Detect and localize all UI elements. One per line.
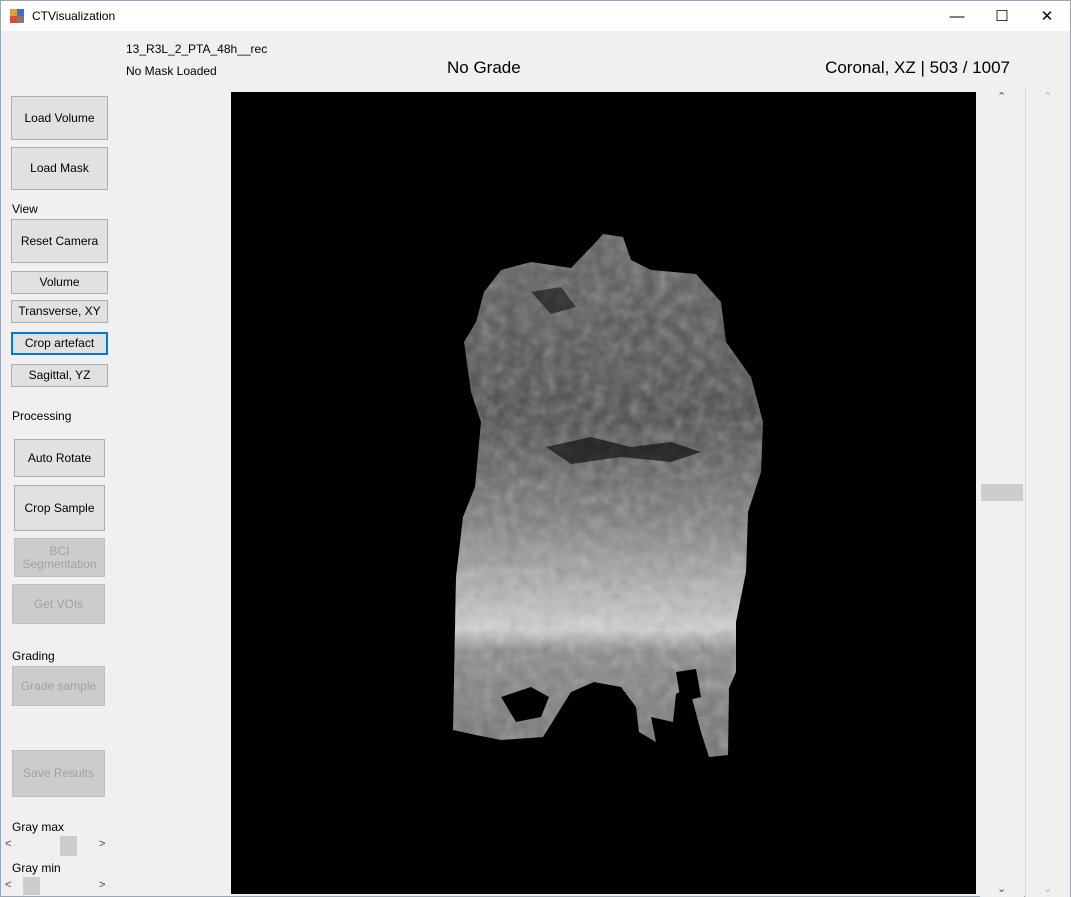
scroll-up-icon[interactable]: ⌃	[997, 90, 1006, 103]
scroll-down-icon[interactable]: ⌄	[1043, 882, 1052, 895]
gray-min-thumb[interactable]	[22, 877, 40, 895]
close-button[interactable]: ✕	[1024, 1, 1070, 31]
processing-section-label: Processing	[12, 409, 72, 423]
scroll-left-icon[interactable]: <	[5, 838, 11, 850]
auto-rotate-button[interactable]: Auto Rotate	[14, 439, 105, 477]
close-icon: ✕	[1040, 8, 1054, 25]
gray-max-slider[interactable]: < >	[0, 836, 113, 856]
scroll-left-icon[interactable]: <	[5, 879, 11, 891]
page-scrollbar[interactable]: ⌃ ⌄	[1026, 87, 1070, 897]
save-results-button[interactable]: Save Results	[12, 750, 105, 797]
maximize-icon: ☐	[995, 8, 1009, 25]
gray-max-thumb[interactable]	[59, 836, 77, 856]
load-mask-button[interactable]: Load Mask	[11, 147, 108, 190]
mask-status: No Mask Loaded	[126, 64, 217, 78]
crop-sample-button[interactable]: Crop Sample	[14, 485, 105, 531]
slice-info: Coronal, XZ | 503 / 1007	[825, 58, 1010, 77]
bci-segmentation-button[interactable]: BCI Segmentation	[14, 538, 105, 577]
scroll-right-icon[interactable]: >	[99, 838, 105, 850]
scroll-up-icon[interactable]: ⌃	[1043, 90, 1052, 103]
slice-scrollbar[interactable]: ⌃ ⌄	[980, 87, 1024, 897]
reset-camera-button[interactable]: Reset Camera	[11, 219, 108, 263]
sample-name: 13_R3L_2_PTA_48h__rec	[126, 42, 268, 56]
gray-min-label: Gray min	[12, 861, 61, 875]
app-icon	[10, 9, 24, 23]
title-bar[interactable]: CTVisualization — ☐ ✕	[1, 1, 1070, 31]
crop-artefact-button[interactable]: Crop artefact	[11, 332, 108, 355]
transverse-view-button[interactable]: Transverse, XY	[11, 300, 108, 323]
scroll-down-icon[interactable]: ⌄	[997, 882, 1006, 895]
grade-sample-button[interactable]: Grade sample	[12, 666, 105, 706]
slice-scroll-thumb[interactable]	[981, 483, 1023, 501]
grading-section-label: Grading	[12, 649, 55, 663]
gray-min-slider[interactable]: < >	[0, 877, 113, 895]
minimize-button[interactable]: —	[934, 1, 980, 31]
get-vois-button[interactable]: Get VOIs	[12, 584, 105, 624]
ct-slice-image	[453, 234, 763, 757]
minimize-icon: —	[949, 7, 965, 25]
window-title: CTVisualization	[32, 9, 116, 23]
maximize-button[interactable]: ☐	[979, 1, 1025, 31]
volume-view-button[interactable]: Volume	[11, 271, 108, 294]
view-section-label: View	[12, 202, 38, 216]
load-volume-button[interactable]: Load Volume	[11, 96, 108, 140]
scroll-right-icon[interactable]: >	[99, 879, 105, 891]
sagittal-view-button[interactable]: Sagittal, YZ	[11, 364, 108, 387]
ct-slice-viewport[interactable]	[231, 92, 976, 894]
grade-label: No Grade	[447, 58, 521, 77]
gray-max-label: Gray max	[12, 820, 65, 834]
